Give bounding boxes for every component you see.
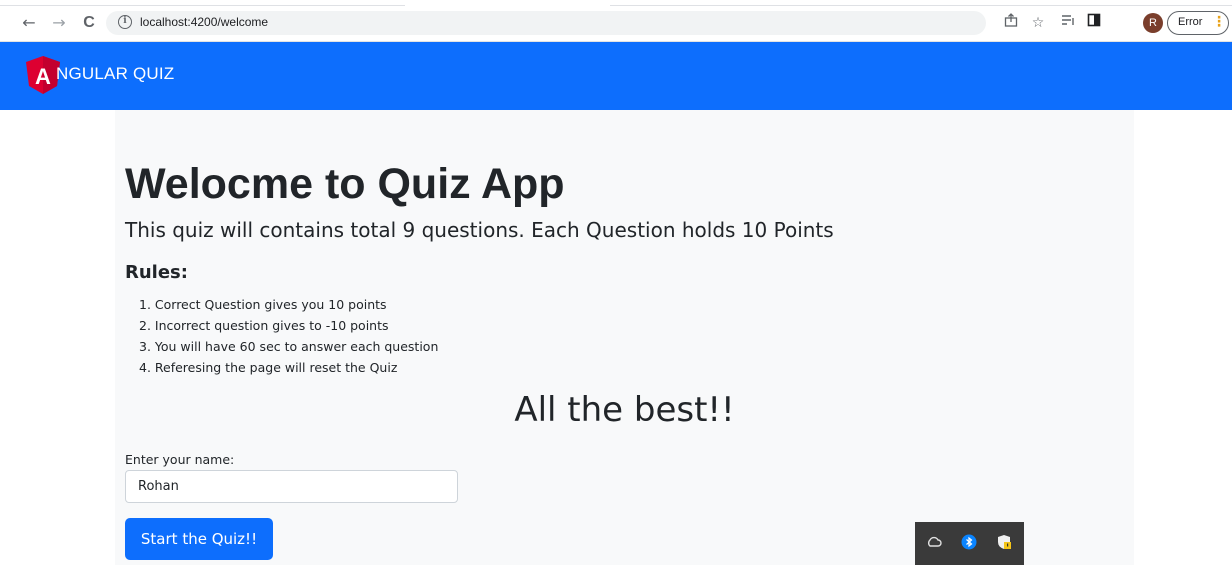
start-quiz-button[interactable]: Start the Quiz!! <box>125 518 273 560</box>
error-button[interactable]: Error ⋮ <box>1167 11 1229 35</box>
forward-icon[interactable]: → <box>50 14 68 32</box>
onedrive-icon[interactable] <box>925 533 943 551</box>
share-icon[interactable] <box>1001 13 1021 33</box>
reading-list-icon[interactable] <box>1058 13 1078 33</box>
system-tray-popup <box>915 522 1024 565</box>
welcome-container: Welocme to Quiz App This quiz will conta… <box>115 110 1134 565</box>
list-item: 1. Correct Question gives you 10 points <box>139 297 387 312</box>
name-input[interactable] <box>125 470 458 503</box>
list-item: 2. Incorrect question gives to -10 point… <box>139 318 389 333</box>
rules-heading: Rules: <box>125 262 188 283</box>
kebab-menu-icon[interactable]: ⋮ <box>1212 14 1226 30</box>
reload-icon[interactable]: C <box>80 14 98 32</box>
profile-avatar[interactable]: R <box>1143 13 1163 33</box>
best-wishes-text: All the best!! <box>514 390 735 430</box>
back-icon[interactable]: ← <box>20 14 38 32</box>
bluetooth-icon[interactable] <box>960 533 978 551</box>
address-bar[interactable]: i localhost:4200/welcome <box>106 11 986 35</box>
bookmark-star-icon[interactable]: ☆ <box>1028 13 1048 33</box>
app-navbar: A NGULAR QUIZ <box>0 42 1232 110</box>
browser-toolbar: ← → C i localhost:4200/welcome ☆ R Error… <box>0 0 1232 42</box>
list-item: 4. Referesing the page will reset the Qu… <box>139 360 398 375</box>
quiz-description: This quiz will contains total 9 question… <box>125 218 834 242</box>
address-url[interactable]: localhost:4200/welcome <box>140 15 268 29</box>
side-panel-icon[interactable] <box>1084 13 1104 33</box>
tab-strip-divider <box>610 0 1232 6</box>
error-label: Error <box>1178 16 1203 28</box>
tab-strip-divider <box>0 0 405 6</box>
security-shield-icon[interactable] <box>995 533 1013 551</box>
page-title: Welocme to Quiz App <box>125 160 565 208</box>
name-label: Enter your name: <box>125 452 235 467</box>
site-info-icon[interactable]: i <box>118 15 132 29</box>
rules-list: 1. Correct Question gives you 10 points … <box>125 294 438 378</box>
brand-letter: A <box>35 64 51 89</box>
list-item: 3. You will have 60 sec to answer each q… <box>139 339 439 354</box>
brand-text[interactable]: NGULAR QUIZ <box>56 64 174 84</box>
